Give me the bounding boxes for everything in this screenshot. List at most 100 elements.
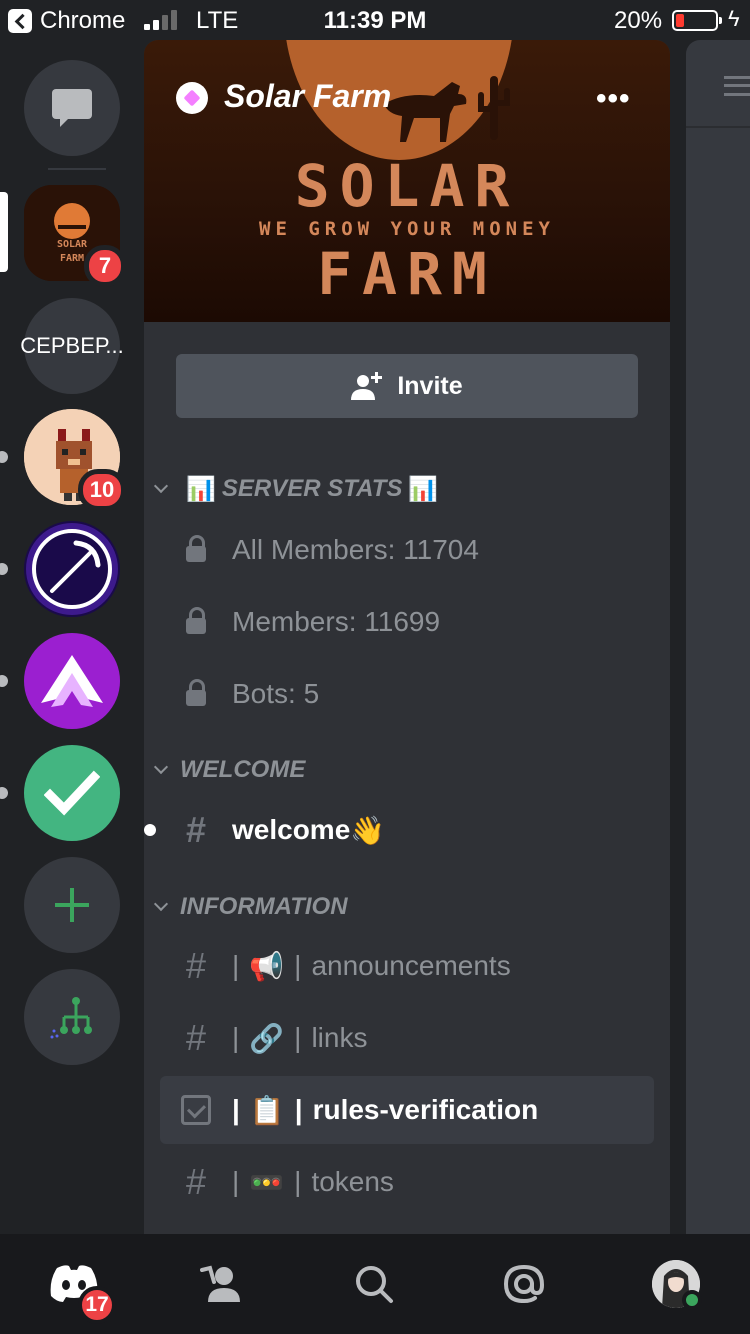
channel-welcome[interactable]: # welcome 👋 (144, 796, 654, 864)
hub-icon (50, 997, 92, 1039)
separator: | (232, 1166, 240, 1197)
plus-icon (55, 888, 89, 922)
svg-text:SOLAR: SOLAR (57, 239, 88, 250)
link-emoji-icon: 🔗 (249, 1022, 285, 1054)
server-acronym: СЕРВЕР... (20, 333, 124, 358)
wings-icon (41, 655, 103, 707)
channel-label: welcome (232, 814, 351, 845)
discord-app: Chrome LTE 11:39 PM 20% ϟ SOLAR FARM 7 С… (0, 0, 750, 1334)
more-options-button[interactable]: ••• (596, 82, 631, 116)
category-information[interactable]: INFORMATION (152, 889, 348, 925)
rail-separator (48, 168, 106, 170)
category-label: INFORMATION (180, 893, 348, 920)
checkmark-icon (44, 770, 100, 816)
server-pickaxe[interactable] (24, 521, 120, 617)
category-welcome[interactable]: WELCOME (152, 752, 305, 788)
friends-icon (200, 1265, 240, 1302)
channel-members[interactable]: Members: 11699 (160, 588, 654, 656)
channel-label: links (311, 1022, 368, 1053)
unread-indicator (0, 675, 8, 687)
chat-header (686, 40, 750, 128)
server-name: Solar Farm (224, 78, 392, 114)
separator: | (232, 1022, 240, 1053)
category-label: WELCOME (180, 756, 306, 783)
channel-rules-verification[interactable]: | 📋 | rules-verification (160, 1076, 654, 1144)
category-label: SERVER STATS (221, 475, 403, 502)
channel-label: Bots: 5 (232, 678, 320, 709)
banner-tagline: WE GROW YOUR MONEY (259, 218, 555, 240)
tab-mentions[interactable] (494, 1254, 554, 1314)
lock-icon (186, 679, 206, 706)
hamburger-menu-icon[interactable] (724, 76, 750, 96)
unread-indicator (0, 787, 8, 799)
explore-servers-button[interactable] (24, 969, 120, 1065)
online-status-indicator (682, 1290, 702, 1310)
pickaxe-icon (26, 523, 118, 615)
bottom-tab-bar: 17 (0, 1234, 750, 1334)
hashtag-icon: # (185, 809, 207, 850)
chevron-down-icon (153, 478, 169, 494)
tab-friends[interactable] (192, 1254, 252, 1314)
separator: | (294, 1022, 302, 1053)
tab-search[interactable] (344, 1254, 404, 1314)
channel-tokens[interactable]: # | 🚥 | tokens (160, 1148, 654, 1216)
server-unread-badge: 10 (78, 469, 126, 511)
banner-title-top: SOLAR (294, 152, 520, 220)
direct-messages-button[interactable] (24, 60, 120, 156)
search-icon (356, 1266, 393, 1303)
channel-label: rules-verification (312, 1094, 539, 1125)
channel-announcements[interactable]: # | 📢 | announcements (160, 932, 654, 1000)
channel-panel: SOLAR WE GROW YOUR MONEY FARM Solar Farm… (144, 40, 670, 1234)
add-server-button[interactable] (24, 857, 120, 953)
invite-label: Invite (397, 371, 463, 400)
separator: | (232, 1094, 240, 1125)
add-person-icon (351, 372, 383, 400)
channel-links[interactable]: # | 🔗 | links (160, 1004, 654, 1072)
traffic-light-emoji-icon: 🚥 (249, 1166, 285, 1198)
channel-bots[interactable]: Bots: 5 (160, 660, 654, 728)
chevron-down-icon (153, 759, 169, 775)
hashtag-icon: # (185, 945, 207, 986)
chat-bubble-icon (52, 89, 92, 127)
category-server-stats[interactable]: 📊 SERVER STATS 📊 (152, 471, 444, 507)
channel-label: Members: 11699 (232, 606, 441, 637)
unread-indicator (144, 824, 156, 836)
banner-title-bottom: FARM (317, 240, 497, 308)
svg-text:FARM: FARM (60, 253, 84, 264)
selected-server-indicator (0, 192, 8, 272)
boost-gem-icon (176, 82, 208, 114)
battery-percent: 20% (614, 7, 663, 34)
status-bar: Chrome LTE 11:39 PM 20% ϟ (0, 0, 750, 40)
chat-area-peek[interactable] (686, 40, 750, 1234)
server-rail: SOLAR FARM 7 СЕРВЕР... 10 (0, 40, 144, 1234)
waving-hand-emoji-icon: 👋 (350, 814, 386, 846)
channel-label: announcements (311, 950, 511, 981)
channel-label: All Members: 11704 (232, 534, 479, 565)
invite-button[interactable]: Invite (176, 354, 638, 418)
server-verified[interactable] (24, 745, 120, 841)
channel-all-members[interactable]: All Members: 11704 (160, 516, 654, 584)
channel-label: tokens (311, 1166, 394, 1197)
lock-icon (186, 607, 206, 634)
lock-icon (186, 535, 206, 562)
separator: | (232, 950, 240, 981)
rules-checkbox-icon (181, 1095, 211, 1125)
megaphone-emoji-icon: 📢 (249, 950, 285, 982)
bar-chart-emoji-icon: 📊 (408, 475, 439, 503)
server-purple-wings[interactable] (24, 633, 120, 729)
charging-icon: ϟ (728, 6, 740, 31)
at-sign-icon (503, 1264, 545, 1304)
server-cepbep[interactable]: СЕРВЕР... (20, 298, 124, 394)
clipboard-emoji-icon: 📋 (249, 1094, 285, 1126)
hashtag-icon: # (185, 1161, 207, 1202)
server-unread-badge: 7 (84, 245, 126, 287)
home-mentions-badge: 17 (78, 1286, 116, 1324)
battery-icon (672, 10, 722, 31)
unread-indicator (0, 451, 8, 463)
bar-chart-emoji-icon: 📊 (186, 475, 216, 503)
hashtag-icon: # (185, 1017, 207, 1058)
chevron-down-icon (153, 896, 169, 912)
separator: | (294, 950, 302, 981)
server-header[interactable]: Solar Farm ••• (176, 78, 656, 118)
unread-indicator (0, 563, 8, 575)
